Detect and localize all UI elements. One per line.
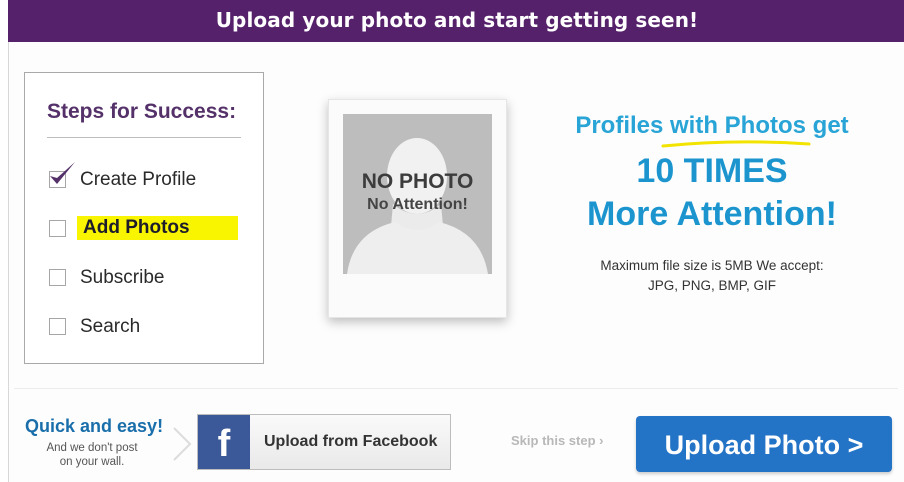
- section-divider: [14, 388, 898, 389]
- step-label: Create Profile: [80, 169, 197, 190]
- skip-step-link[interactable]: Skip this step ›: [511, 433, 603, 448]
- file-info: Maximum file size is 5MB We accept: JPG,…: [527, 256, 897, 296]
- no-attention-text: No Attention!: [367, 196, 468, 213]
- step-label: Search: [80, 316, 141, 337]
- chevron-right-icon: [173, 427, 192, 461]
- steps-title: Steps for Success:: [47, 100, 237, 123]
- upload-photo-button[interactable]: Upload Photo >: [636, 416, 892, 472]
- quick-title: Quick and easy!: [25, 416, 164, 436]
- promo-line-3: More Attention!: [587, 195, 837, 233]
- steps-panel: Steps for Success: Create Profile Add Ph…: [24, 72, 264, 364]
- facebook-icon: f: [198, 415, 250, 469]
- promo-line-1: Profiles with Photos get: [527, 112, 897, 140]
- checkbox-subscribe[interactable]: [49, 269, 66, 286]
- checkbox-add-photos[interactable]: [49, 220, 66, 237]
- facebook-button-label: Upload from Facebook: [264, 433, 438, 450]
- page-header: Upload your photo and start getting seen…: [8, 0, 904, 42]
- photo-placeholder-card: NO PHOTO No Attention!: [328, 99, 507, 318]
- step-label-highlighted: Add Photos: [77, 216, 238, 240]
- promo-emphasis: with Photos: [670, 112, 806, 139]
- promo-line-2: 10 TIMES: [636, 152, 788, 190]
- quick-subtitle-line: on your wall.: [59, 456, 125, 468]
- photo-placeholder: NO PHOTO No Attention!: [343, 114, 492, 274]
- promo-text: get: [806, 112, 849, 139]
- checkbox-search[interactable]: [49, 318, 66, 335]
- file-size-text: Maximum file size is 5MB We accept:: [600, 258, 824, 273]
- quick-subtitle: And we don't post on your wall.: [26, 441, 158, 469]
- underline-swoosh: [661, 140, 811, 148]
- file-types-text: JPG, PNG, BMP, GIF: [647, 278, 777, 293]
- no-photo-text: NO PHOTO: [361, 170, 474, 193]
- avatar-silhouette-icon: [347, 138, 488, 274]
- steps-divider: [47, 137, 241, 138]
- promo-text: Profiles: [575, 112, 671, 139]
- upload-from-facebook-button[interactable]: f Upload from Facebook: [197, 414, 451, 470]
- step-label: Subscribe: [80, 267, 165, 288]
- quick-subtitle-line: And we don't post: [46, 442, 138, 454]
- checkmark-icon: [50, 162, 75, 184]
